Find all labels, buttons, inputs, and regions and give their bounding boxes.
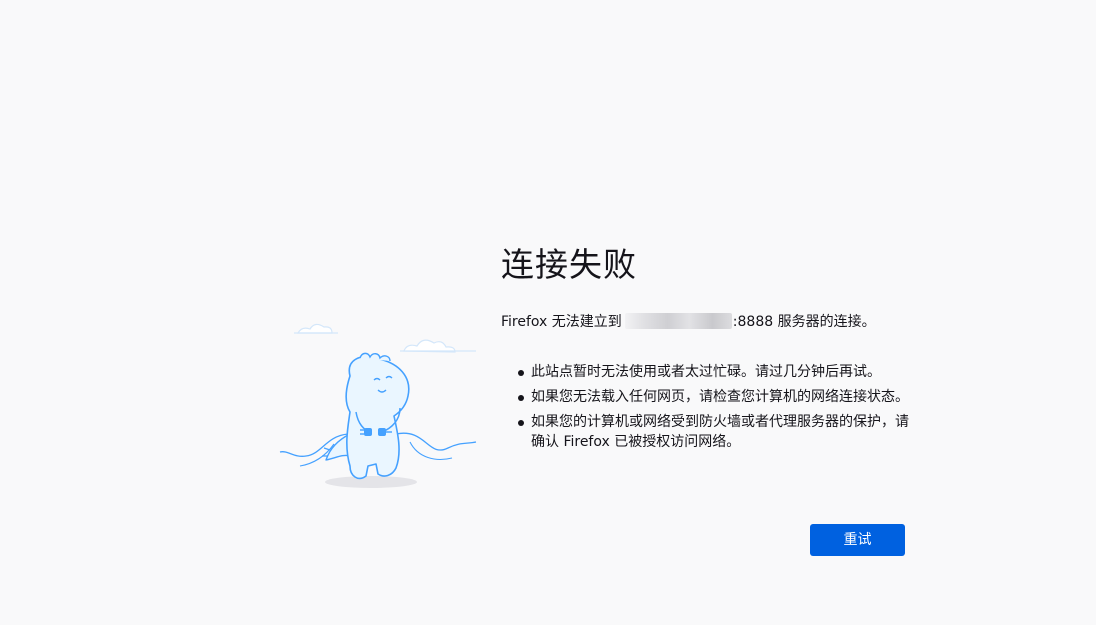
bullet-icon <box>518 420 524 426</box>
error-title: 连接失败 <box>501 245 637 284</box>
dino-body <box>345 356 410 480</box>
redacted-host <box>624 313 732 329</box>
cloud-right <box>403 339 456 353</box>
error-content: 连接失败 Firefox 无法建立到 :8888 服务器的连接。 此站点暂时无法使… <box>501 242 911 457</box>
list-item: 如果您无法载入任何网页，请检查您计算机的网络连接状态。 <box>501 387 909 407</box>
retry-button[interactable]: 重试 <box>810 524 905 556</box>
tip-text: 如果您无法载入任何网页，请检查您计算机的网络连接状态。 <box>531 389 909 405</box>
cloud-left <box>296 323 333 334</box>
tips-list: 此站点暂时无法使用或者太过忙碌。请过几分钟后再试。 如果您无法载入任何网页，请检… <box>501 362 911 452</box>
list-item: 如果您的计算机或网络受到防火墙或者代理服务器的保护，请确认 Firefox 已被… <box>501 412 909 452</box>
error-intro: Firefox 无法建立到 :8888 服务器的连接。 <box>501 312 911 332</box>
intro-prefix: Firefox 无法建立到 <box>501 314 622 330</box>
tip-text: 此站点暂时无法使用或者太过忙碌。请过几分钟后再试。 <box>531 364 881 380</box>
bullet-icon <box>518 395 524 401</box>
cable-right-2 <box>409 441 453 460</box>
intro-suffix: :8888 服务器的连接。 <box>732 314 876 330</box>
ground-shadow <box>325 476 417 488</box>
disconnected-dinosaur-illustration <box>276 316 478 492</box>
bullet-icon <box>518 370 524 376</box>
list-item: 此站点暂时无法使用或者太过忙碌。请过几分钟后再试。 <box>501 362 909 382</box>
tip-text: 如果您的计算机或网络受到防火墙或者代理服务器的保护，请确认 Firefox 已被… <box>531 414 909 450</box>
cable-right <box>395 432 477 451</box>
